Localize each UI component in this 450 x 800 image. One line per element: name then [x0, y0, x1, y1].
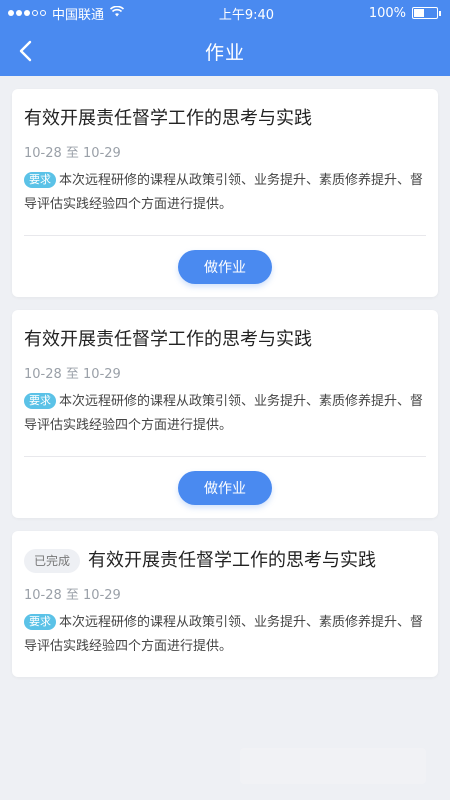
assignment-title: 有效开展责任督学工作的思考与实践	[24, 108, 312, 129]
card-title-row: 有效开展责任督学工作的思考与实践	[24, 105, 426, 133]
card-footer: 做作业	[24, 235, 426, 297]
header: 中国联通 上午9:40 100% 作业	[0, 0, 450, 76]
card-footer: 做作业	[24, 456, 426, 518]
assignment-card[interactable]: 已完成 有效开展责任督学工作的思考与实践 10-28 至 10-29 要求 本次远…	[12, 531, 438, 677]
assignment-date: 10-28 至 10-29	[24, 367, 121, 382]
assignment-list: 有效开展责任督学工作的思考与实践 10-28 至 10-29 要求 本次远程研修的…	[0, 76, 450, 677]
back-button[interactable]	[14, 38, 36, 64]
requirement-badge: 要求	[24, 172, 56, 188]
wifi-icon	[109, 5, 125, 20]
description-text: 本次远程研修的课程从政策引领、业务提升、素质修养提升、督导评估实践经验四个方面进…	[24, 394, 424, 433]
assignment-card[interactable]: 有效开展责任督学工作的思考与实践 10-28 至 10-29 要求 本次远程研修的…	[12, 89, 438, 297]
completed-badge: 已完成	[24, 549, 81, 573]
card-title-row: 有效开展责任督学工作的思考与实践	[24, 326, 426, 354]
assignment-title: 有效开展责任督学工作的思考与实践	[24, 329, 312, 350]
battery-icon	[411, 7, 441, 19]
requirement-badge: 要求	[24, 393, 56, 409]
assignment-description: 要求 本次远程研修的课程从政策引领、业务提升、素质修养提升、督导评估实践经验四个方…	[24, 169, 426, 235]
chevron-left-icon	[19, 40, 32, 62]
do-homework-button[interactable]: 做作业	[178, 470, 272, 505]
description-text: 本次远程研修的课程从政策引领、业务提升、素质修养提升、督导评估实践经验四个方面进…	[24, 615, 424, 654]
assignment-description: 要求 本次远程研修的课程从政策引领、业务提升、素质修养提升、督导评估实践经验四个方…	[24, 611, 426, 677]
battery-percent: 100%	[368, 5, 406, 21]
assignment-description: 要求 本次远程研修的课程从政策引领、业务提升、素质修养提升、督导评估实践经验四个方…	[24, 390, 426, 456]
status-left: 中国联通	[8, 4, 125, 23]
assignment-title: 有效开展责任督学工作的思考与实践	[88, 550, 377, 571]
status-time: 上午9:40	[218, 7, 275, 23]
card-title-row: 已完成 有效开展责任督学工作的思考与实践	[24, 547, 426, 575]
assignment-date: 10-28 至 10-29	[24, 588, 121, 603]
faded-overlay	[240, 748, 426, 784]
do-homework-button[interactable]: 做作业	[178, 249, 272, 284]
status-bar: 中国联通 上午9:40 100%	[0, 0, 450, 26]
status-right: 100%	[368, 5, 441, 21]
assignment-date: 10-28 至 10-29	[24, 146, 121, 161]
signal-icon	[8, 10, 46, 16]
carrier-label: 中国联通	[52, 7, 105, 23]
description-text: 本次远程研修的课程从政策引领、业务提升、素质修养提升、督导评估实践经验四个方面进…	[24, 173, 424, 212]
assignment-card[interactable]: 有效开展责任督学工作的思考与实践 10-28 至 10-29 要求 本次远程研修的…	[12, 310, 438, 518]
requirement-badge: 要求	[24, 614, 56, 630]
page-title: 作业	[204, 41, 245, 64]
nav-bar: 作业	[0, 26, 450, 76]
